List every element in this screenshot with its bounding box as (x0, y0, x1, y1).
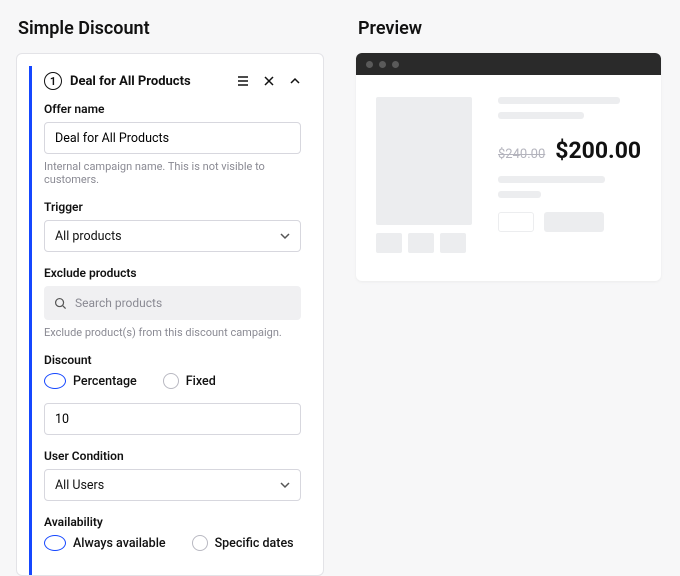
section-title-simple-discount: Simple Discount (18, 18, 324, 39)
trigger-select[interactable]: All products (44, 220, 301, 252)
new-price: $200.00 (555, 137, 641, 164)
price-row: $240.00 $200.00 (498, 137, 641, 164)
offer-name-label: Offer name (44, 102, 301, 116)
preview-image-placeholder (376, 97, 472, 225)
panel-actions (237, 75, 301, 87)
discount-type-percentage[interactable]: Percentage (44, 373, 137, 389)
preview-thumbs (376, 233, 472, 253)
menu-icon[interactable] (237, 75, 249, 87)
availability-always[interactable]: Always available (44, 535, 166, 551)
preview-gallery (376, 97, 472, 253)
chevron-up-icon[interactable] (289, 75, 301, 87)
preview-cta-placeholder (544, 212, 604, 232)
discount-type-fixed[interactable]: Fixed (163, 373, 216, 389)
placeholder-bar (498, 191, 541, 198)
old-price: $240.00 (498, 147, 545, 162)
offer-name-input[interactable] (44, 122, 301, 154)
user-condition-select[interactable]: All Users (44, 469, 301, 501)
preview-card: $240.00 $200.00 (356, 53, 661, 281)
user-condition-label: User Condition (44, 449, 301, 463)
placeholder-bar (498, 112, 584, 119)
radio-dot-selected (44, 373, 66, 389)
exclude-placeholder: Search products (75, 296, 162, 310)
preview-details: $240.00 $200.00 (498, 97, 641, 253)
section-title-preview: Preview (358, 18, 661, 39)
chevron-down-icon (280, 480, 290, 490)
exclude-hint: Exclude product(s) from this discount ca… (44, 326, 301, 339)
discount-value-input[interactable] (44, 403, 301, 435)
exclude-label: Exclude products (44, 266, 301, 280)
radio-dot (163, 373, 179, 389)
radio-dot (192, 535, 208, 551)
availability-label: Availability (44, 515, 301, 529)
radio-dot-selected (44, 535, 66, 551)
preview-thumb (408, 233, 434, 253)
window-dot (379, 61, 386, 68)
window-dot (366, 61, 373, 68)
preview-mock: $240.00 $200.00 (356, 75, 661, 281)
browser-bar (356, 53, 661, 75)
placeholder-bar (498, 176, 605, 183)
preview-thumb (440, 233, 466, 253)
preview-buttons (498, 212, 641, 232)
discount-card: 1 Deal for All Products Offer name Inter… (16, 53, 324, 576)
user-condition-value: All Users (55, 478, 104, 493)
preview-qty-placeholder (498, 212, 534, 232)
discount-panel: 1 Deal for All Products Offer name Inter… (29, 66, 311, 575)
window-dot (392, 61, 399, 68)
step-badge: 1 (44, 72, 62, 90)
availability-specific[interactable]: Specific dates (192, 535, 294, 551)
search-icon (54, 297, 67, 310)
preview-thumb (376, 233, 402, 253)
placeholder-bar (498, 97, 620, 104)
trigger-label: Trigger (44, 200, 301, 214)
chevron-down-icon (280, 231, 290, 241)
panel-title: Deal for All Products (70, 74, 229, 89)
panel-header: 1 Deal for All Products (44, 72, 301, 90)
discount-label: Discount (44, 353, 301, 367)
offer-name-hint: Internal campaign name. This is not visi… (44, 160, 301, 186)
close-icon[interactable] (263, 75, 275, 87)
trigger-value: All products (55, 229, 122, 244)
exclude-search[interactable]: Search products (44, 286, 301, 320)
